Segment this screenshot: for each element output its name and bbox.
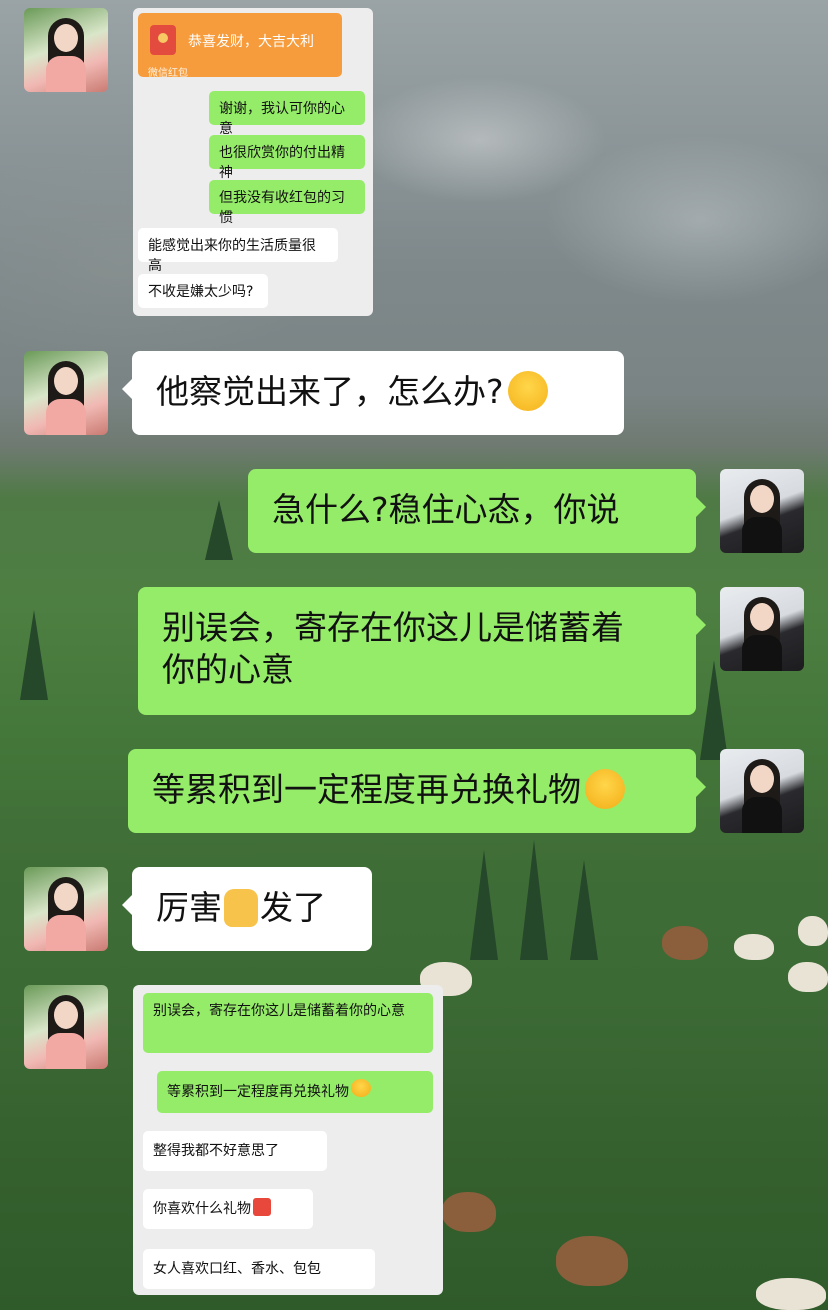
message-text: 急什么?稳住心态，你说 (272, 490, 620, 529)
background-sheep (734, 934, 774, 960)
message-text: 等累积到一定程度再兑换礼物 (152, 770, 581, 809)
message-bubble: 女人喜欢口红、香水、包包 (143, 1249, 375, 1289)
avatar[interactable] (720, 587, 804, 671)
message-bubble[interactable]: 急什么?稳住心态，你说 (248, 469, 706, 553)
background-tree (470, 850, 498, 960)
message-text: 等累积到一定程度再兑换礼物 (167, 1084, 349, 1100)
thinking-emoji-icon (351, 1079, 371, 1097)
avatar[interactable] (720, 749, 804, 833)
chat-screenshot-card: 别误会，寄存在你这儿是储蓄着你的心意 等累积到一定程度再兑换礼物 整得我都不好意… (133, 985, 443, 1295)
message-text-line: 你的心意 (162, 650, 294, 689)
avatar[interactable] (24, 351, 108, 435)
crying-laughing-emoji-icon (507, 371, 548, 411)
message-bubble: 能感觉出来你的生活质量很高 (138, 228, 338, 274)
background-sheep (556, 1236, 628, 1286)
background-sheep (756, 1278, 826, 1310)
red-packet-title: 恭喜发财，大吉大利 (188, 34, 314, 50)
message-bubble[interactable]: 等累积到一定程度再兑换礼物 (128, 749, 706, 833)
background-sheep (662, 926, 708, 960)
message-text-line: 别误会，寄存在你这儿是储蓄着 (162, 608, 624, 647)
chat-screenshot-card: 恭喜发财，大吉大利 微信红包 谢谢，我认可你的心意 也很欣赏你的付出精神 但我没… (133, 8, 373, 316)
background-tree (700, 660, 728, 760)
background-sheep (798, 916, 828, 946)
message-bubble: 不收是嫌太少吗? (138, 274, 268, 308)
message-bubble[interactable]: 厉害 发了 (122, 867, 372, 951)
red-packet-message[interactable]: 恭喜发财，大吉大利 微信红包 (138, 13, 342, 79)
background-tree (570, 860, 598, 960)
avatar[interactable] (720, 469, 804, 553)
message-text: 发了 (260, 888, 326, 927)
background-tree (520, 840, 548, 960)
message-text: 他察觉出来了，怎么办? (156, 372, 504, 411)
avatar[interactable] (24, 8, 108, 92)
message-text: 你喜欢什么礼物 (153, 1201, 251, 1217)
thumbs-up-emoji-icon (224, 889, 258, 927)
red-packet-footer: 微信红包 (148, 68, 188, 79)
background-sheep (442, 1192, 496, 1232)
message-bubble: 谢谢，我认可你的心意 (209, 91, 365, 137)
message-text: 厉害 (156, 888, 222, 927)
background-tree (20, 610, 48, 700)
background-sheep (788, 962, 828, 992)
message-bubble[interactable]: 他察觉出来了，怎么办? (122, 351, 624, 435)
avatar[interactable] (24, 985, 108, 1069)
message-bubble: 别误会，寄存在你这儿是储蓄着你的心意 (143, 993, 433, 1053)
red-packet-icon (150, 25, 176, 55)
message-bubble: 等累积到一定程度再兑换礼物 (157, 1071, 433, 1113)
message-bubble: 你喜欢什么礼物 (143, 1189, 313, 1229)
message-bubble: 整得我都不好意思了 (143, 1131, 327, 1171)
message-bubble[interactable]: 别误会，寄存在你这儿是储蓄着 你的心意 (138, 587, 706, 715)
thinking-emoji-icon (585, 769, 625, 809)
message-bubble: 也很欣赏你的付出精神 (209, 135, 365, 181)
gift-emoji-icon (253, 1198, 271, 1216)
background-tree (205, 500, 233, 560)
message-bubble: 但我没有收红包的习惯 (209, 180, 365, 226)
avatar[interactable] (24, 867, 108, 951)
